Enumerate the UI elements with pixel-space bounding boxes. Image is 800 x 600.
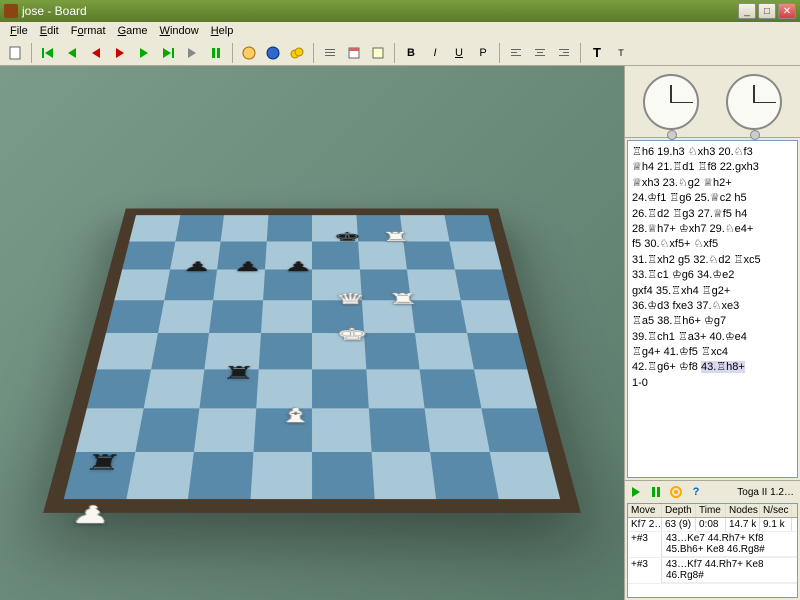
next-red-button[interactable]	[109, 42, 131, 64]
engine-toolbar: ? Toga II 1.2…	[625, 481, 800, 503]
col-depth[interactable]: Depth	[662, 504, 696, 517]
pv-line: 43…Ke7 44.Rh7+ Kf8 45.Bh6+ Ke8 46.Rg8#	[662, 532, 797, 557]
menubar: File Edit Format Game Window Help	[0, 22, 800, 40]
plain-button[interactable]: P	[472, 42, 494, 64]
engine-cell-nsec: 9.1 k	[760, 518, 792, 531]
notation-line[interactable]: ♕h4 21.♖d1 ♖f8 22.gxh3	[632, 161, 759, 173]
main-area: ♚ ♜ ♟ ♟ ♟ ♛ ♜ ♚ ♜ ♝ ♜ ♟ ♖h6 19.h3 ♘xh3 20.♘f3 ♕h4 21…	[0, 66, 800, 600]
piece-wr[interactable]: ♜	[381, 231, 411, 244]
notation-line[interactable]: ♖g4+ 41.♔f5 ♖xc4	[632, 346, 728, 358]
engine-settings-button[interactable]	[667, 483, 685, 501]
menu-game[interactable]: Game	[112, 24, 154, 38]
align-center-icon[interactable]	[529, 42, 551, 64]
engine-play-button[interactable]	[627, 483, 645, 501]
pv-score: +#3	[628, 558, 662, 583]
piece-wr[interactable]: ♜	[386, 292, 419, 307]
toolbar: B I U P T T	[0, 40, 800, 66]
notation-line[interactable]: ♕xh3 23.♘g2 ♕h2+	[632, 177, 732, 189]
current-move[interactable]: 43.♖h8+	[701, 361, 745, 373]
notation-line[interactable]: gxf4 35.♖xh4 ♖g2+	[632, 285, 730, 297]
piece-br[interactable]: ♜	[81, 452, 123, 474]
engine-panel: ? Toga II 1.2… Move Depth Time Nodes N/s…	[625, 480, 800, 600]
list-icon[interactable]	[319, 42, 341, 64]
note-icon[interactable]	[367, 42, 389, 64]
piece-wp[interactable]: ♟	[68, 503, 113, 527]
align-left-icon[interactable]	[505, 42, 527, 64]
align-right-icon[interactable]	[553, 42, 575, 64]
black-clock[interactable]	[726, 74, 782, 130]
piece-wb[interactable]: ♝	[277, 406, 313, 426]
piece-br[interactable]: ♜	[220, 364, 255, 382]
font-size-down-icon[interactable]: T	[610, 42, 632, 64]
menu-help[interactable]: Help	[205, 24, 240, 38]
piece-wq[interactable]: ♛	[334, 292, 366, 307]
font-size-up-icon[interactable]: T	[586, 42, 608, 64]
engine-name-label: Toga II 1.2…	[737, 487, 798, 498]
prev-green-button[interactable]	[61, 42, 83, 64]
play-button[interactable]	[181, 42, 203, 64]
engine-pause-button[interactable]	[647, 483, 665, 501]
col-nsec[interactable]: N/sec	[760, 504, 792, 517]
notation-line[interactable]: 42.♖g6+ ♔f8	[632, 361, 701, 373]
minimize-button[interactable]: _	[738, 3, 756, 19]
chess-board[interactable]: ♚♜♟♟♟♛♜♚♜♝♜♟	[43, 208, 581, 512]
engine-help-button[interactable]: ?	[687, 483, 705, 501]
notation-line[interactable]: 24.♔f1 ♖g6 25.♕c2 h5	[632, 192, 747, 204]
globe2-icon[interactable]	[262, 42, 284, 64]
window-title: jose - Board	[22, 4, 736, 18]
last-button[interactable]	[157, 42, 179, 64]
engine-cell-depth: 63 (9)	[662, 518, 696, 531]
menu-edit[interactable]: Edit	[34, 24, 65, 38]
close-button[interactable]: ✕	[778, 3, 796, 19]
notation-line[interactable]: 26.♖d2 ♖g3 27.♕f5 h4	[632, 208, 747, 220]
notation-line[interactable]: 28.♕h7+ ♔xh7 29.♘e4+	[632, 223, 753, 235]
notation-line[interactable]: 33.♖c1 ♔g6 34.♔e2	[632, 269, 734, 281]
pv-line: 43…Kf7 44.Rh7+ Ke8 46.Rg8#	[662, 558, 797, 583]
underline-button[interactable]: U	[448, 42, 470, 64]
globe-icon[interactable]	[238, 42, 260, 64]
notation-line[interactable]: 39.♖ch1 ♖a3+ 40.♔e4	[632, 331, 747, 343]
calendar-icon[interactable]	[343, 42, 365, 64]
side-panel: ♖h6 19.h3 ♘xh3 20.♘f3 ♕h4 21.♖d1 ♖f8 22.g…	[624, 66, 800, 600]
italic-button[interactable]: I	[424, 42, 446, 64]
app-icon	[4, 4, 18, 18]
clock-panel	[625, 66, 800, 138]
notation-line[interactable]: ♖a5 38.♖h6+ ♔g7	[632, 315, 726, 327]
maximize-button[interactable]: □	[758, 3, 776, 19]
next-green-button[interactable]	[133, 42, 155, 64]
engine-cell-nodes: 14.7 k	[726, 518, 760, 531]
titlebar: jose - Board _ □ ✕	[0, 0, 800, 22]
col-move[interactable]: Move	[628, 504, 662, 517]
engine-cell-time: 0:08	[696, 518, 726, 531]
first-button[interactable]	[37, 42, 59, 64]
piece-bp[interactable]: ♟	[232, 260, 263, 274]
engine-table[interactable]: Move Depth Time Nodes N/sec Kf7 2…63 (9)…	[627, 503, 798, 598]
board-area[interactable]: ♚ ♜ ♟ ♟ ♟ ♛ ♜ ♚ ♜ ♝ ♜ ♟	[0, 66, 624, 600]
coins-icon[interactable]	[286, 42, 308, 64]
piece-bk[interactable]: ♚	[333, 231, 362, 244]
menu-format[interactable]: Format	[65, 24, 112, 38]
game-result: 1-0	[632, 376, 793, 391]
pause-button[interactable]	[205, 42, 227, 64]
notation-line[interactable]: ♖h6 19.h3 ♘xh3 20.♘f3	[632, 146, 753, 158]
piece-bp[interactable]: ♟	[283, 260, 313, 274]
piece-wk[interactable]: ♚	[335, 326, 368, 342]
prev-red-button[interactable]	[85, 42, 107, 64]
menu-window[interactable]: Window	[154, 24, 205, 38]
notation-line[interactable]: 36.♔d3 fxe3 37.♘xe3	[632, 300, 739, 312]
notation-line[interactable]: f5 30.♘xf5+ ♘xf5	[632, 238, 718, 250]
new-button[interactable]	[4, 42, 26, 64]
col-time[interactable]: Time	[696, 504, 726, 517]
bold-button[interactable]: B	[400, 42, 422, 64]
pv-score: +#3	[628, 532, 662, 557]
notation-line[interactable]: 31.♖xh2 g5 32.♘d2 ♖xc5	[632, 254, 761, 266]
menu-file[interactable]: File	[4, 24, 34, 38]
notation-panel[interactable]: ♖h6 19.h3 ♘xh3 20.♘f3 ♕h4 21.♖d1 ♖f8 22.g…	[627, 140, 798, 478]
piece-bp[interactable]: ♟	[181, 260, 213, 274]
col-nodes[interactable]: Nodes	[726, 504, 760, 517]
white-clock[interactable]	[643, 74, 699, 130]
engine-cell-move: Kf7 2…	[628, 518, 662, 531]
